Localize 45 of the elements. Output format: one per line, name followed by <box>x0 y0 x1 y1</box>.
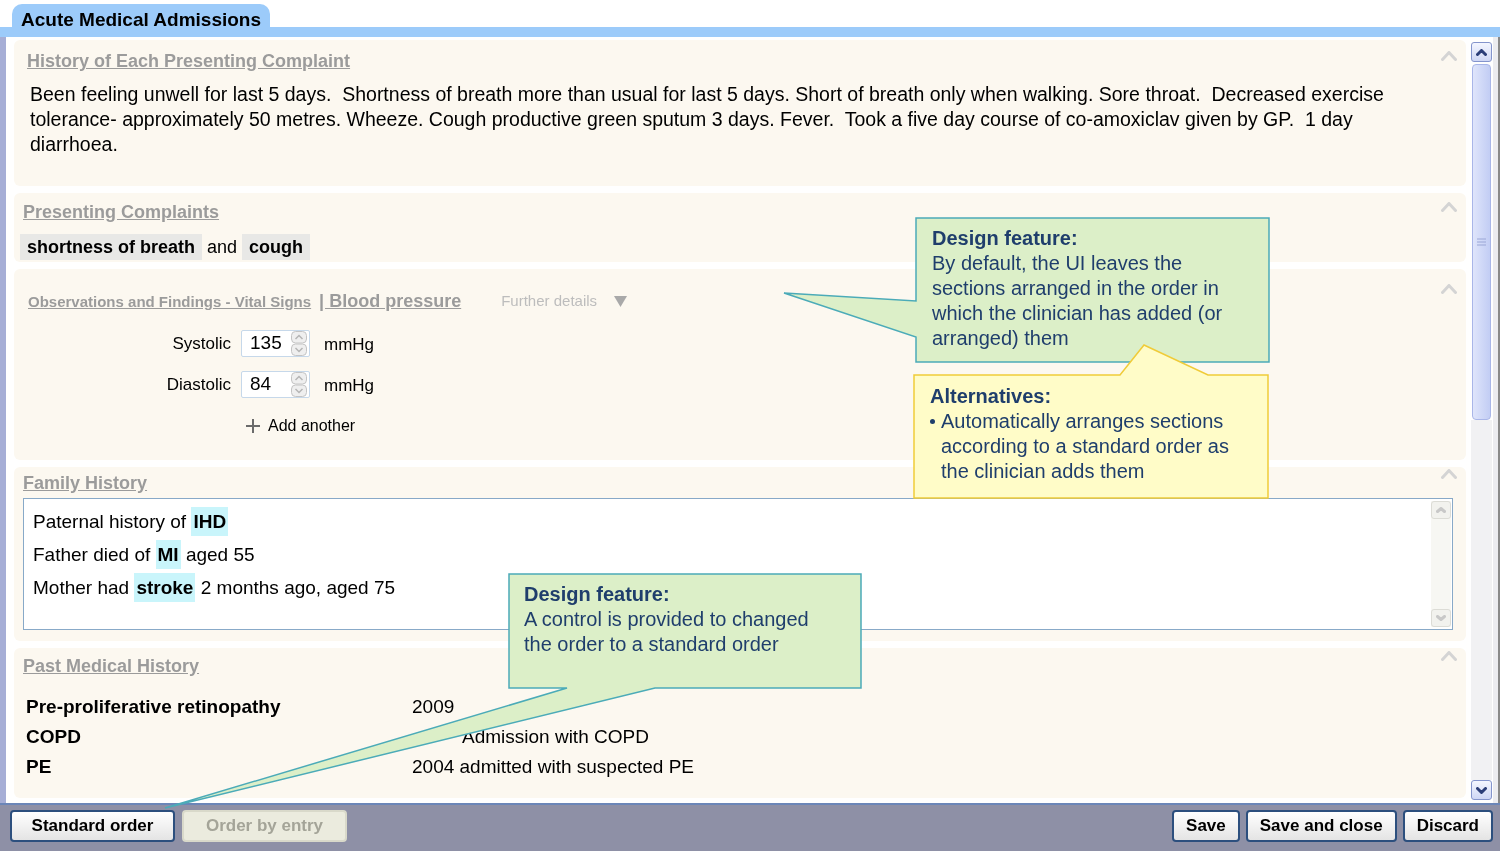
condition-name: Pre-proliferative retinopathy <box>26 695 281 719</box>
chevron-up-icon[interactable] <box>1441 469 1457 479</box>
chevron-down-icon <box>1436 615 1446 621</box>
callout-heading: Design feature: <box>932 226 1078 251</box>
add-another-button[interactable]: Add another <box>246 416 356 436</box>
scroll-up-button[interactable] <box>1471 42 1492 62</box>
callout-text: Automatically arranges sections according to a standard order as the clinician adds them <box>941 409 1230 484</box>
chevron-down-icon <box>1476 786 1487 794</box>
unit-label: mmHg <box>324 333 375 356</box>
note-line: Mother had stroke 2 months ago, aged 75 <box>33 571 396 604</box>
condition-name: COPD <box>26 725 81 749</box>
action-button[interactable]: Save and close <box>1245 810 1397 842</box>
condition-detail: Admission with COPD <box>462 725 649 749</box>
bullet-icon <box>930 419 935 424</box>
action-button[interactable]: Discard <box>1402 810 1493 842</box>
plus-icon <box>246 419 260 433</box>
chevron-up-icon[interactable] <box>1441 202 1457 212</box>
spinner-icon[interactable] <box>291 372 307 397</box>
action-button[interactable]: Save <box>1172 810 1240 842</box>
chevron-up-icon[interactable] <box>1441 51 1457 61</box>
note-line: Paternal history of IHD <box>33 505 229 538</box>
condition-detail: 2009 <box>412 695 455 719</box>
spinner-icon[interactable] <box>291 331 307 356</box>
chevron-up-icon <box>1436 507 1446 513</box>
note-line: Father died of MI aged 55 <box>33 538 255 571</box>
callout-heading: Design feature: <box>524 582 670 607</box>
chevron-up-icon <box>1476 48 1487 56</box>
chevron-up-icon[interactable] <box>1441 284 1457 294</box>
history-text: Been feeling unwell for last 5 days. Shortness of breath more than usual for last 5 days. Short of breath only when walking. Sore throat. Decreased exercise tolerance- approximately 50 metres. Wheeze. Cough productive green sputum 3 days. Fever. Took a five day course of co-amoxiclav given by GP. 1 day diarrhoea. <box>29 82 1385 157</box>
scrollbar-thumb[interactable] <box>1472 64 1491 420</box>
chevron-up-icon[interactable] <box>1441 651 1457 661</box>
callout-text: By default, the UI leaves the sections arranged in the order in which the clinician has added (or arranged) them <box>932 251 1224 351</box>
field-label: Systolic <box>171 332 231 355</box>
unit-label: mmHg <box>324 374 375 397</box>
callout-heading: Alternatives: <box>930 384 1052 409</box>
order-button-disabled: Order by entry <box>182 810 347 842</box>
scroll-down-button[interactable] <box>1471 780 1492 800</box>
order-button[interactable]: Standard order <box>10 810 175 842</box>
grip-icon <box>1477 238 1486 246</box>
field-label: Diastolic <box>165 373 231 396</box>
number-field[interactable]: 84 <box>241 371 310 398</box>
number-field[interactable]: 135 <box>241 330 310 357</box>
condition-detail: 2004 admitted with suspected PE <box>412 755 694 779</box>
caret-down-icon <box>614 296 628 307</box>
condition-name: PE <box>26 755 52 779</box>
